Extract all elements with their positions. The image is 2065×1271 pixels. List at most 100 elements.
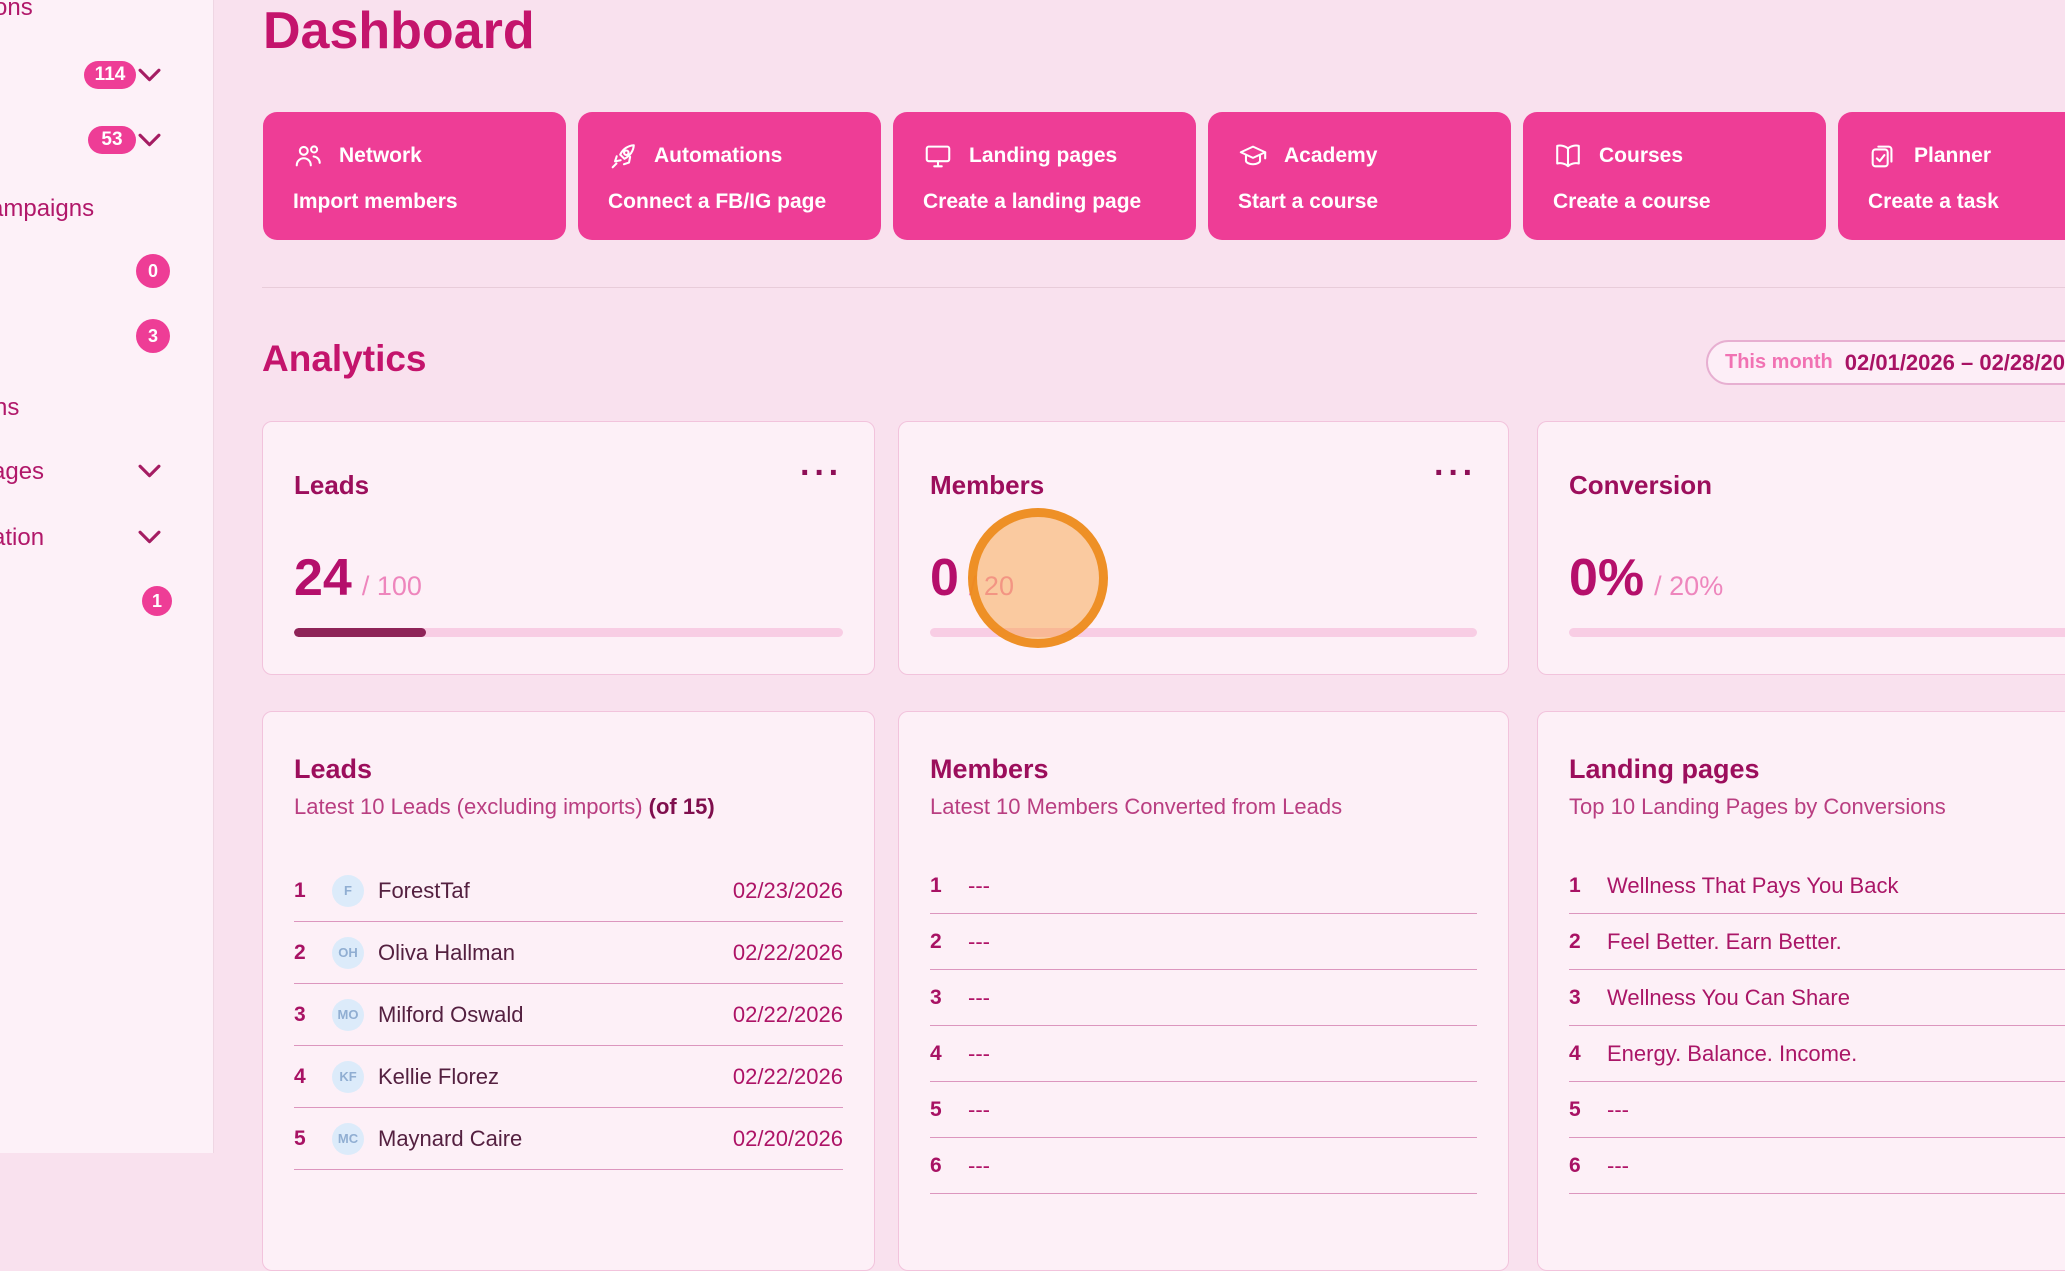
automations-button[interactable]: Automations Connect a FB/IG page	[578, 112, 881, 240]
date-range-value: 02/01/2026 – 02/28/20	[1845, 350, 2065, 376]
table-row[interactable]: 6 ---	[930, 1138, 1477, 1194]
stat-value: 24	[294, 550, 352, 606]
empty-member-placeholder: ---	[968, 929, 990, 955]
people-icon	[293, 141, 323, 171]
action-label: Planner	[1914, 144, 1991, 168]
table-row[interactable]: 4 ---	[930, 1026, 1477, 1082]
list-card-title: Landing pages	[1569, 754, 1760, 785]
date-range-filter[interactable]: This month 02/01/2026 – 02/28/20	[1706, 340, 2065, 385]
table-row[interactable]: 6 ---	[1569, 1138, 2065, 1194]
row-number: 4	[930, 1042, 968, 1066]
graduation-cap-icon	[1238, 141, 1268, 171]
analytics-heading: Analytics	[262, 338, 427, 380]
row-number: 4	[294, 1065, 332, 1089]
chevron-down-icon[interactable]	[138, 68, 161, 83]
avatar: MC	[332, 1123, 364, 1155]
table-row[interactable]: 3 ---	[930, 970, 1477, 1026]
list-card-subtitle: Top 10 Landing Pages by Conversions	[1569, 794, 1946, 820]
members-rows: 1 --- 2 --- 3 --- 4 --- 5 --- 6 ---	[930, 858, 1477, 1194]
sidebar-item-truncated-mid[interactable]: ns	[0, 394, 19, 422]
landing-pages-list-card: Landing pages Top 10 Landing Pages by Co…	[1537, 711, 2065, 1271]
empty-member-placeholder: ---	[968, 1153, 990, 1179]
lead-name: Milford Oswald	[378, 1002, 523, 1028]
table-row[interactable]: 5 ---	[1569, 1082, 2065, 1138]
open-book-icon	[1553, 141, 1583, 171]
row-number: 1	[294, 879, 332, 903]
table-row[interactable]: 1 Wellness That Pays You Back	[1569, 858, 2065, 914]
planner-button[interactable]: Planner Create a task	[1838, 112, 2065, 240]
rocket-icon	[608, 141, 638, 171]
network-button[interactable]: Network Import members	[263, 112, 566, 240]
progress-bar	[1569, 628, 2065, 637]
lead-name: Oliva Hallman	[378, 940, 515, 966]
chevron-down-icon[interactable]	[138, 530, 161, 545]
table-row[interactable]: 2 OH Oliva Hallman 02/22/2026	[294, 922, 843, 984]
row-number: 2	[294, 941, 332, 965]
academy-button[interactable]: Academy Start a course	[1208, 112, 1511, 240]
stat-target: / 100	[362, 571, 422, 602]
empty-landing-placeholder: ---	[1607, 1097, 1629, 1123]
sidebar: ons 114 53 ampaigns 0 3 ns ages ation 1	[0, 0, 214, 1153]
section-divider	[262, 287, 2065, 288]
table-row[interactable]: 1 ---	[930, 858, 1477, 914]
sidebar-count-badge: 114	[84, 61, 136, 89]
sidebar-item-pages[interactable]: ages	[0, 458, 44, 486]
page-title: Dashboard	[263, 0, 535, 62]
list-card-title: Leads	[294, 754, 372, 785]
sidebar-count-badge: 0	[136, 254, 170, 288]
avatar: OH	[332, 937, 364, 969]
landing-pages-button[interactable]: Landing pages Create a landing page	[893, 112, 1196, 240]
avatar: KF	[332, 1061, 364, 1093]
table-row[interactable]: 3 Wellness You Can Share	[1569, 970, 2065, 1026]
table-row[interactable]: 5 MC Maynard Caire 02/20/2026	[294, 1108, 843, 1170]
lead-date: 02/20/2026	[733, 1126, 843, 1152]
empty-member-placeholder: ---	[968, 1041, 990, 1067]
date-range-preset-label: This month	[1725, 351, 1833, 374]
chevron-down-icon[interactable]	[138, 464, 161, 479]
action-description: Import members	[293, 190, 566, 214]
subtitle-count: (of 15)	[649, 794, 715, 819]
row-number: 6	[930, 1154, 968, 1178]
landing-page-name: Feel Better. Earn Better.	[1607, 929, 1842, 955]
list-card-subtitle: Latest 10 Leads (excluding imports) (of …	[294, 794, 715, 820]
landing-pages-rows: 1 Wellness That Pays You Back 2 Feel Bet…	[1569, 858, 2065, 1194]
row-number: 4	[1569, 1042, 1607, 1066]
action-label: Landing pages	[969, 144, 1117, 168]
table-row[interactable]: 2 Feel Better. Earn Better.	[1569, 914, 2065, 970]
stat-card-title: Members	[930, 470, 1044, 501]
empty-member-placeholder: ---	[968, 985, 990, 1011]
ellipsis-menu-icon[interactable]: ···	[1434, 456, 1477, 490]
list-card-title: Members	[930, 754, 1049, 785]
avatar: MO	[332, 999, 364, 1031]
sidebar-item-campaigns[interactable]: ampaigns	[0, 195, 94, 223]
landing-page-name: Wellness That Pays You Back	[1607, 873, 1898, 899]
table-row[interactable]: 1 F ForestTaf 02/23/2026	[294, 860, 843, 922]
sidebar-item-automation[interactable]: ation	[0, 524, 44, 552]
landing-page-name: Wellness You Can Share	[1607, 985, 1850, 1011]
list-card-subtitle: Latest 10 Members Converted from Leads	[930, 794, 1342, 820]
row-number: 1	[930, 874, 968, 898]
action-description: Create a task	[1868, 190, 2065, 214]
lead-name: Maynard Caire	[378, 1126, 522, 1152]
sidebar-count-badge: 1	[142, 586, 172, 616]
row-number: 2	[1569, 930, 1607, 954]
table-row[interactable]: 2 ---	[930, 914, 1477, 970]
courses-button[interactable]: Courses Create a course	[1523, 112, 1826, 240]
members-stat-card: Members ··· 0 / 20	[898, 421, 1509, 675]
lead-date: 02/22/2026	[733, 1064, 843, 1090]
table-row[interactable]: 3 MO Milford Oswald 02/22/2026	[294, 984, 843, 1046]
stat-card-title: Leads	[294, 470, 369, 501]
table-row[interactable]: 5 ---	[930, 1082, 1477, 1138]
sidebar-count-badge: 53	[88, 126, 136, 154]
table-row[interactable]: 4 Energy. Balance. Income.	[1569, 1026, 2065, 1082]
lead-date: 02/22/2026	[733, 1002, 843, 1028]
chevron-down-icon[interactable]	[138, 133, 161, 148]
stat-card-title: Conversion	[1569, 470, 1712, 501]
lead-name: Kellie Florez	[378, 1064, 499, 1090]
quick-actions-row: Network Import members Automations Conne…	[263, 112, 2065, 240]
landing-page-name: Energy. Balance. Income.	[1607, 1041, 1857, 1067]
action-label: Automations	[654, 144, 782, 168]
ellipsis-menu-icon[interactable]: ···	[800, 456, 843, 490]
table-row[interactable]: 4 KF Kellie Florez 02/22/2026	[294, 1046, 843, 1108]
sidebar-item-truncated-top[interactable]: ons	[0, 0, 33, 22]
